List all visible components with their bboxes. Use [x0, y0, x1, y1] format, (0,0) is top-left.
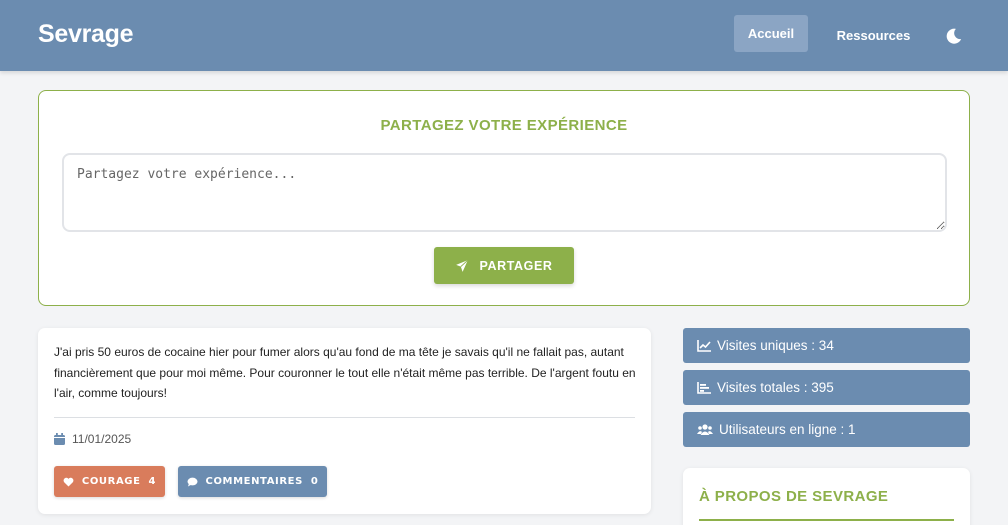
share-button[interactable]: PARTAGER [434, 247, 574, 284]
stat-online-users-label: Utilisateurs en ligne : 1 [719, 422, 856, 437]
comment-icon [187, 477, 198, 487]
share-title: PARTAGEZ VOTRE EXPÉRIENCE [380, 117, 628, 134]
about-title-underline [699, 519, 954, 521]
brand-logo[interactable]: Sevrage [38, 20, 134, 49]
calendar-icon [54, 433, 65, 445]
stat-online-users: Utilisateurs en ligne : 1 [683, 412, 970, 447]
courage-button[interactable]: COURAGE 4 [54, 466, 165, 497]
post-divider [54, 417, 635, 418]
share-experience-card: PARTAGEZ VOTRE EXPÉRIENCE PARTAGER [38, 90, 970, 306]
share-button-label: PARTAGER [479, 258, 553, 273]
about-title: À PROPOS DE SEVRAGE [699, 488, 889, 505]
courage-label: COURAGE [81, 476, 141, 487]
experience-textarea[interactable] [62, 153, 947, 232]
courage-count: 4 [148, 476, 157, 487]
post-date: 11/01/2025 [54, 432, 131, 446]
chart-bar-icon [697, 381, 711, 394]
top-navbar: Sevrage Accueil Ressources [0, 0, 1008, 71]
heart-icon [63, 477, 74, 487]
post-text: J'ai pris 50 euros de cocaine hier pour … [54, 345, 636, 400]
chart-line-icon [697, 339, 711, 352]
comments-button[interactable]: COMMENTAIRES 0 [178, 466, 327, 497]
post-date-text: 11/01/2025 [72, 432, 132, 446]
moon-icon[interactable] [940, 22, 968, 50]
comments-count: 0 [310, 476, 319, 487]
stat-unique-visits-label: Visites uniques : 34 [717, 338, 834, 353]
post-card: J'ai pris 50 euros de cocaine hier pour … [38, 328, 651, 514]
about-card: À PROPOS DE SEVRAGE [683, 468, 970, 525]
comments-label: COMMENTAIRES [205, 476, 303, 487]
stat-unique-visits: Visites uniques : 34 [683, 328, 970, 363]
users-icon [697, 423, 713, 436]
nav-accueil[interactable]: Accueil [734, 15, 808, 52]
paper-plane-icon [455, 259, 469, 273]
stat-total-visits: Visites totales : 395 [683, 370, 970, 405]
nav-ressources[interactable]: Ressources [826, 18, 921, 52]
stat-total-visits-label: Visites totales : 395 [717, 380, 834, 395]
